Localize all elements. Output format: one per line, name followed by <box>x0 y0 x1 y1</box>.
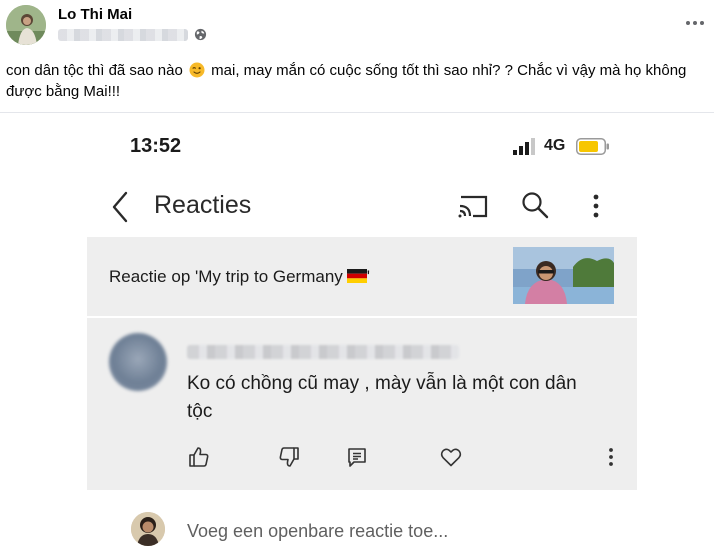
wink-emoji-icon <box>189 62 205 78</box>
thumbs-up-icon[interactable] <box>187 445 211 469</box>
comment-more-icon[interactable] <box>599 445 623 469</box>
video-title[interactable]: Reactie op 'My trip to Germany ' <box>109 267 370 287</box>
author-name[interactable]: Lo Thi Mai <box>58 6 132 23</box>
network-type-label: 4G <box>544 137 566 154</box>
heart-icon[interactable] <box>439 445 463 469</box>
user-avatar[interactable] <box>131 512 165 546</box>
page-title: Reacties <box>154 191 252 219</box>
video-thumbnail[interactable] <box>513 247 614 304</box>
post-text: con dân tộc thì đã sao nào mai, may mắn … <box>6 60 706 102</box>
thumbs-down-icon[interactable] <box>277 445 301 469</box>
embedded-screenshot[interactable]: 13:52 4G Reacties Reactie op 'My trip to… <box>87 113 637 560</box>
panel-divider <box>87 316 637 318</box>
battery-icon <box>576 138 609 155</box>
post-timestamp-blurred[interactable] <box>58 29 188 41</box>
video-title-text: Reactie op 'My trip to Germany <box>109 267 343 286</box>
more-vertical-icon[interactable] <box>587 193 605 219</box>
cast-icon[interactable] <box>457 193 489 219</box>
comment-text: Ko có chồng cũ may , mày vẫn là một con … <box>187 373 577 422</box>
author-avatar[interactable] <box>6 5 46 45</box>
status-bar-time: 13:52 <box>130 135 182 157</box>
commenter-name-blurred[interactable] <box>187 345 459 359</box>
reply-icon[interactable] <box>345 445 369 469</box>
post-header: Lo Thi Mai <box>0 0 714 56</box>
post-text-part1: con dân tộc thì đã sao nào <box>6 62 183 79</box>
comment-panel: Reactie op 'My trip to Germany ' Ko có c… <box>87 237 637 490</box>
search-icon[interactable] <box>521 191 549 219</box>
public-comment-input[interactable] <box>187 517 607 545</box>
more-horizontal-icon[interactable] <box>684 18 706 28</box>
commenter-avatar-blurred[interactable] <box>109 333 167 391</box>
video-title-suffix: ' <box>366 267 371 286</box>
chevron-left-icon[interactable] <box>109 191 131 223</box>
signal-strength-icon <box>513 138 535 155</box>
globe-icon <box>194 28 207 41</box>
germany-flag-icon <box>346 269 367 283</box>
